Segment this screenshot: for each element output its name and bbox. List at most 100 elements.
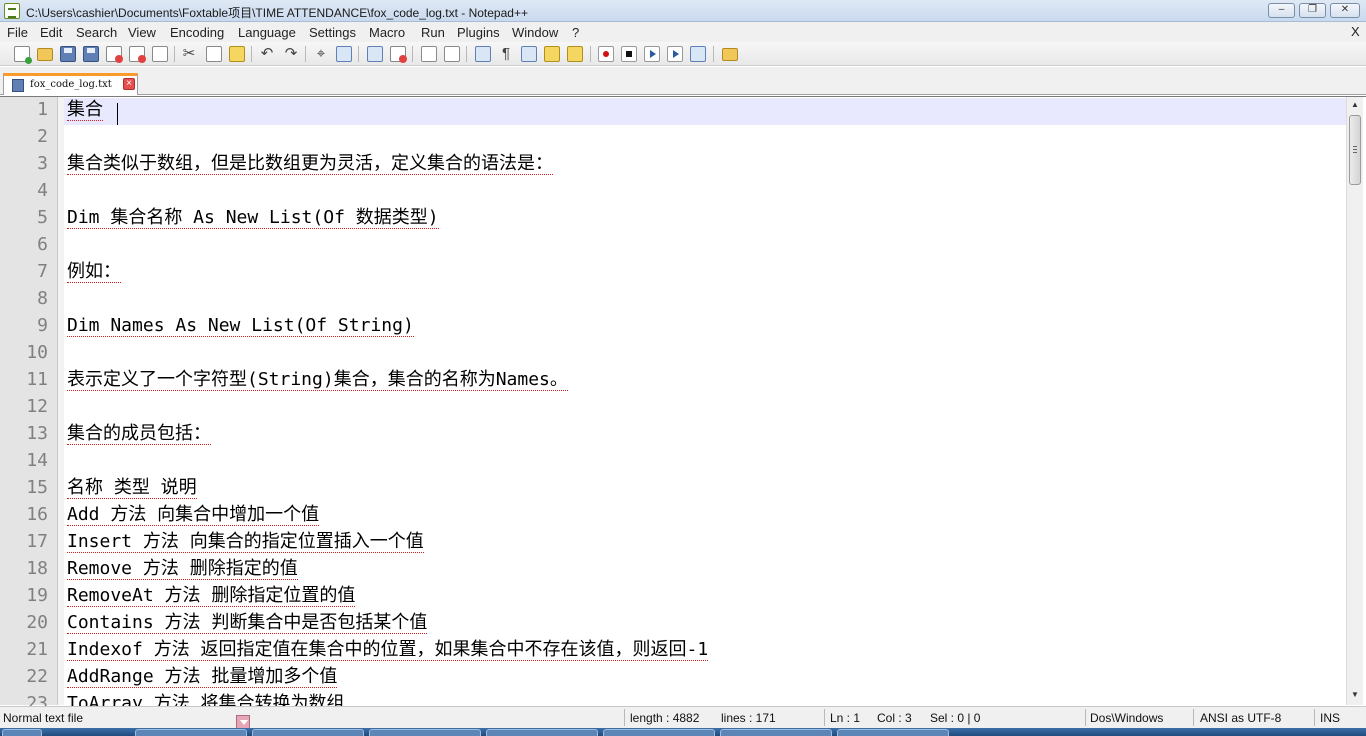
line-number: 19 (26, 585, 48, 606)
status-file-type: Normal text file (3, 711, 84, 725)
code-line[interactable]: Indexof 方法 返回指定值在集合中的位置，如果集合中不存在该值，则返回-1 (67, 637, 709, 663)
code-line[interactable]: Dim 集合名称 As New List(Of 数据类型) (67, 205, 439, 231)
paste-icon[interactable] (229, 46, 245, 62)
save-all-icon[interactable] (83, 46, 99, 62)
code-line-text: Insert 方法 向集合的指定位置插入一个值 (67, 531, 424, 553)
taskbar (0, 728, 1366, 736)
open-file-icon[interactable] (37, 48, 53, 61)
taskbar-item[interactable] (486, 729, 598, 736)
save-icon[interactable] (60, 46, 76, 62)
menu-search[interactable]: Search (76, 25, 117, 40)
tab-close-button[interactable]: × (123, 78, 135, 90)
code-line[interactable]: Remove 方法 删除指定的值 (67, 556, 298, 582)
minimize-button[interactable]: – (1268, 3, 1295, 18)
menu-settings[interactable]: Settings (309, 25, 356, 40)
code-line[interactable]: 表示定义了一个字符型(String)集合，集合的名称为Names。 (67, 367, 568, 393)
line-number: 6 (37, 234, 48, 255)
sync-h-scroll-icon[interactable] (444, 46, 460, 62)
run-macro-multiple-icon[interactable] (667, 46, 683, 62)
line-number: 18 (26, 558, 48, 579)
scroll-up-arrow[interactable]: ▲ (1347, 97, 1363, 113)
code-line[interactable]: 集合类似于数组，但是比数组更为灵活，定义集合的语法是： (67, 151, 553, 177)
menu-encoding[interactable]: Encoding (170, 25, 224, 40)
menu-run[interactable]: Run (421, 25, 445, 40)
zoom-in-icon[interactable] (367, 46, 383, 62)
code-line[interactable]: Insert 方法 向集合的指定位置插入一个值 (67, 529, 424, 555)
code-line[interactable]: 名称 类型 说明 (67, 475, 197, 501)
undo-icon[interactable]: ↶ (259, 46, 275, 62)
replace-icon[interactable] (336, 46, 352, 62)
word-wrap-icon[interactable] (475, 46, 491, 62)
menu-window[interactable]: Window (512, 25, 558, 40)
maximize-button[interactable]: ❐ (1299, 3, 1326, 18)
play-macro-icon[interactable] (644, 46, 660, 62)
find-icon[interactable]: ⌖ (313, 46, 329, 62)
show-all-chars-icon[interactable]: ¶ (498, 46, 514, 62)
taskbar-item[interactable] (720, 729, 832, 736)
taskbar-item[interactable] (252, 729, 364, 736)
tab-fox-code-log[interactable]: fox_code_log.txt × (3, 73, 138, 95)
line-number: 8 (37, 288, 48, 309)
indent-guide-icon[interactable] (521, 46, 537, 62)
title-bar: C:\Users\cashier\Documents\Foxtable项目\TI… (0, 0, 1366, 22)
user-lang-icon[interactable] (544, 46, 560, 62)
copy-icon[interactable] (206, 46, 222, 62)
code-line[interactable]: Add 方法 向集合中增加一个值 (67, 502, 320, 528)
menu-file[interactable]: File (7, 25, 28, 40)
menu-macro[interactable]: Macro (369, 25, 405, 40)
taskbar-item[interactable] (603, 729, 715, 736)
line-number: 11 (26, 369, 48, 390)
status-sel: Sel : 0 | 0 (930, 711, 981, 725)
code-line-text: AddRange 方法 批量增加多个值 (67, 666, 338, 688)
line-number: 2 (37, 126, 48, 147)
status-lines: lines : 171 (721, 711, 776, 725)
menu-view[interactable]: View (128, 25, 156, 40)
close-icon[interactable] (106, 46, 123, 63)
code-line[interactable]: RemoveAt 方法 删除指定位置的值 (67, 583, 356, 609)
status-encoding: ANSI as UTF-8 (1200, 711, 1282, 725)
doc-map-icon[interactable] (567, 46, 583, 62)
menu-help[interactable]: ? (572, 25, 579, 40)
code-line[interactable]: 例如： (67, 259, 121, 285)
editor-area[interactable]: 1 2 3 4 5 6 7 8 9 10 11 12 13 14 15 16 17 18 19 20 21 22 23 集合… (0, 96, 1366, 715)
line-number: 7 (37, 261, 48, 282)
vertical-scrollbar[interactable]: ▲ ▼ (1346, 97, 1363, 705)
zoom-out-icon[interactable] (390, 46, 407, 63)
start-button[interactable] (2, 729, 42, 736)
code-line[interactable]: Dim Names As New List(Of String) (67, 313, 414, 339)
print-icon[interactable] (152, 46, 168, 62)
code-line[interactable]: 集合的成员包括： (67, 421, 211, 447)
menu-plugins[interactable]: Plugins (457, 25, 500, 40)
record-macro-icon[interactable] (598, 46, 614, 62)
menu-edit[interactable]: Edit (40, 25, 62, 40)
code-line[interactable]: AddRange 方法 批量增加多个值 (67, 664, 338, 690)
line-number: 16 (26, 504, 48, 525)
close-window-button[interactable]: ✕ (1330, 3, 1360, 18)
text-caret (117, 103, 118, 125)
cut-icon[interactable]: ✂ (181, 46, 197, 62)
close-document-button[interactable]: X (1351, 24, 1360, 39)
taskbar-item-notepadpp[interactable] (837, 729, 949, 736)
menu-bar: File Edit Search View Encoding Language … (0, 22, 1366, 42)
code-line-text: 例如： (67, 261, 121, 283)
save-macro-icon[interactable] (690, 46, 706, 62)
line-number: 17 (26, 531, 48, 552)
line-number: 22 (26, 666, 48, 687)
sync-v-scroll-icon[interactable] (421, 46, 437, 62)
taskbar-item[interactable] (135, 729, 247, 736)
close-all-icon[interactable] (129, 46, 146, 63)
line-number: 9 (37, 315, 48, 336)
launch-icon[interactable] (722, 48, 738, 61)
scrollbar-thumb[interactable] (1349, 115, 1361, 185)
code-line-text: Dim Names As New List(Of String) (67, 315, 414, 337)
code-line[interactable]: 集合 (67, 97, 103, 123)
new-file-icon[interactable] (14, 46, 32, 64)
status-dropdown-icon[interactable] (236, 715, 250, 729)
code-line[interactable]: Contains 方法 判断集合中是否包括某个值 (67, 610, 428, 636)
menu-language[interactable]: Language (238, 25, 296, 40)
code-line-text: 集合 (67, 99, 103, 121)
redo-icon[interactable]: ↷ (283, 46, 299, 62)
scroll-down-arrow[interactable]: ▼ (1347, 687, 1363, 703)
stop-record-icon[interactable] (621, 46, 637, 62)
taskbar-item[interactable] (369, 729, 481, 736)
